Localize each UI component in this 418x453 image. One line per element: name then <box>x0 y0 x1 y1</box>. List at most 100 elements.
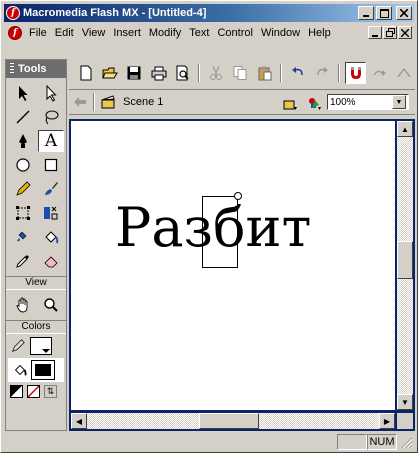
stage-canvas[interactable]: Разбит <box>71 121 395 410</box>
new-button[interactable] <box>75 62 96 84</box>
scroll-right-button[interactable]: ▶ <box>379 413 395 429</box>
pen-icon <box>19 134 27 148</box>
lasso-tool[interactable] <box>38 106 64 128</box>
menu-window[interactable]: Window <box>257 27 304 39</box>
menu-bar: f File Edit View Insert Modify Text Cont… <box>4 24 414 42</box>
stroke-pencil-icon <box>12 339 25 352</box>
menu-file[interactable]: File <box>25 27 51 39</box>
edit-scene-icon <box>283 100 297 110</box>
flash-logo-icon[interactable]: f <box>6 6 20 20</box>
horizontal-scrollbar[interactable]: ◀ ▶ <box>71 413 395 429</box>
copy-button[interactable] <box>230 62 251 84</box>
stroke-color-swatch[interactable] <box>30 337 52 355</box>
stage-text[interactable]: Разбит <box>115 201 311 255</box>
eraser-tool[interactable] <box>38 250 64 272</box>
scene-bar: Scene 1 ▼ <box>69 89 415 115</box>
tools-title: Tools <box>18 63 47 75</box>
maximize-button[interactable] <box>376 6 392 20</box>
text-resize-handle[interactable] <box>234 192 242 200</box>
straighten-button[interactable] <box>394 62 415 84</box>
rectangle-icon <box>44 158 58 172</box>
status-empty-cell <box>337 434 367 450</box>
scroll-left-button[interactable]: ◀ <box>71 413 87 429</box>
grip-icon[interactable] <box>10 63 14 75</box>
scene-label: Scene 1 <box>123 96 164 108</box>
edit-symbols-button[interactable] <box>303 92 325 114</box>
chevron-down-icon: ▼ <box>395 98 403 106</box>
text-tool[interactable]: A <box>38 130 64 152</box>
line-tool[interactable] <box>10 106 36 128</box>
scroll-up-button[interactable]: ▲ <box>397 121 413 137</box>
stage-frame: Разбит ▲ ▼ ◀ ▶ <box>69 119 415 431</box>
toolbar-separator <box>280 64 283 82</box>
snap-to-objects-button[interactable] <box>344 62 367 84</box>
smooth-button[interactable] <box>369 62 390 84</box>
free-transform-icon <box>16 206 30 220</box>
free-transform-tool[interactable] <box>10 202 36 224</box>
toolbar-separator <box>337 64 340 82</box>
arrow-icon <box>19 86 28 101</box>
menu-edit[interactable]: Edit <box>51 27 78 39</box>
paint-bucket-tool[interactable] <box>38 226 64 248</box>
doc-close-button[interactable] <box>398 26 412 39</box>
lasso-icon <box>45 110 59 125</box>
scene-icon-button[interactable] <box>97 91 119 113</box>
horizontal-scroll-thumb[interactable] <box>199 413 259 429</box>
resize-grip-icon[interactable] <box>399 435 413 449</box>
arrow-right-icon: ▶ <box>383 416 391 426</box>
no-color-icon[interactable] <box>27 385 40 398</box>
menu-help[interactable]: Help <box>304 27 335 39</box>
close-button[interactable] <box>396 6 412 20</box>
doc-minimize-button[interactable] <box>368 26 382 39</box>
redo-button[interactable] <box>312 62 333 84</box>
rectangle-tool[interactable] <box>38 154 64 176</box>
scroll-corner <box>397 413 413 429</box>
menu-view[interactable]: View <box>78 27 110 39</box>
magnifier-icon <box>44 298 58 312</box>
menu-insert[interactable]: Insert <box>109 27 145 39</box>
scroll-down-button[interactable]: ▼ <box>397 394 413 410</box>
save-button[interactable] <box>124 62 145 84</box>
zoom-tool[interactable] <box>38 294 64 316</box>
default-colors-icon[interactable] <box>10 385 23 398</box>
colors-section-label: Colors <box>6 320 66 334</box>
brush-tool[interactable] <box>38 178 64 200</box>
edit-scene-button[interactable] <box>279 92 301 114</box>
eyedropper-tool[interactable] <box>10 250 36 272</box>
scene-separator <box>93 93 95 111</box>
back-button[interactable] <box>69 91 91 113</box>
vertical-scroll-thumb[interactable] <box>397 241 413 279</box>
oval-tool[interactable] <box>10 154 36 176</box>
menu-text[interactable]: Text <box>185 27 213 39</box>
swap-colors-icon[interactable]: ⇅ <box>44 385 57 398</box>
tools-panel: Tools A View Colors ⇅ <box>5 59 67 431</box>
tools-panel-header[interactable]: Tools <box>6 60 66 78</box>
pen-tool[interactable] <box>10 130 36 152</box>
print-preview-icon <box>176 65 189 81</box>
menu-modify[interactable]: Modify <box>145 27 185 39</box>
title-bar[interactable]: f Macromedia Flash MX - [Untitled-4] <box>4 4 414 22</box>
paste-button[interactable] <box>254 62 275 84</box>
cut-button[interactable] <box>205 62 226 84</box>
close-icon <box>401 28 409 37</box>
ink-bottle-tool[interactable] <box>10 226 36 248</box>
subselect-tool[interactable] <box>38 82 64 104</box>
document-flash-icon[interactable]: f <box>8 26 22 40</box>
menu-control[interactable]: Control <box>213 27 256 39</box>
zoom-dropdown-button[interactable]: ▼ <box>392 95 406 109</box>
redo-icon <box>317 67 329 76</box>
zoom-input[interactable] <box>328 95 392 109</box>
vertical-scrollbar[interactable]: ▲ ▼ <box>397 121 413 410</box>
zoom-combo[interactable]: ▼ <box>327 94 409 110</box>
hand-tool[interactable] <box>10 294 36 316</box>
doc-restore-button[interactable] <box>383 26 397 39</box>
print-preview-button[interactable] <box>172 62 193 84</box>
open-button[interactable] <box>99 62 120 84</box>
undo-button[interactable] <box>287 62 308 84</box>
fill-transform-tool[interactable] <box>38 202 64 224</box>
print-button[interactable] <box>148 62 169 84</box>
arrow-tool[interactable] <box>10 82 36 104</box>
minimize-button[interactable] <box>358 6 374 20</box>
fill-color-swatch[interactable] <box>31 360 55 380</box>
pencil-tool[interactable] <box>10 178 36 200</box>
